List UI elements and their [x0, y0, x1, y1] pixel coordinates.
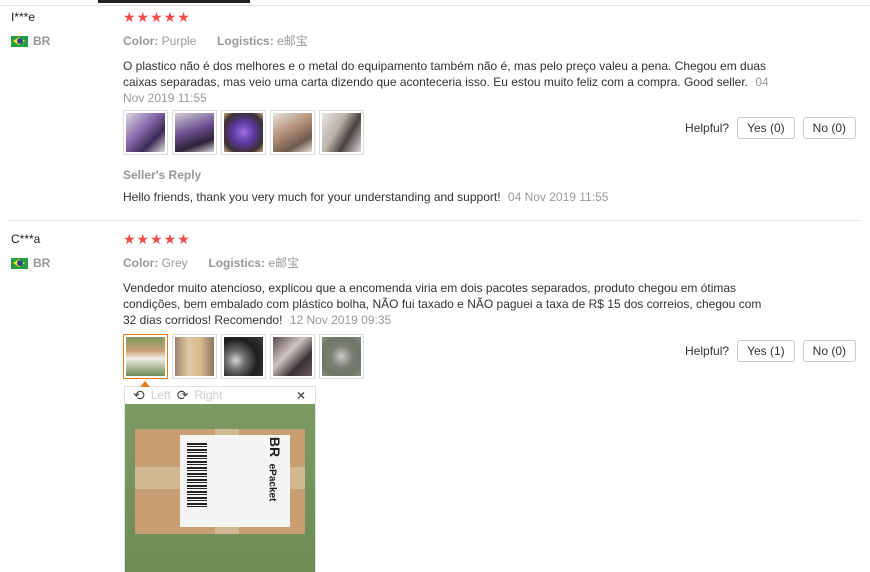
review-meta: Color: Purple Logistics: e邮宝	[123, 32, 858, 48]
color-value: Purple	[161, 34, 197, 48]
country-code: BR	[33, 256, 51, 270]
rotate-right-label[interactable]: Right	[194, 388, 222, 402]
barcode	[187, 443, 207, 509]
review-photo-thumb[interactable]	[319, 110, 364, 155]
color-value: Grey	[161, 256, 188, 270]
logistics-label: Logistics:	[217, 34, 274, 48]
country-code: BR	[33, 34, 51, 48]
review-photo-thumb[interactable]	[270, 110, 315, 155]
reviewer-country: BR	[11, 256, 50, 270]
review-body: O plastico não é dos melhores e o metal …	[123, 59, 767, 89]
seller-reply-title: Seller's Reply	[123, 168, 202, 182]
rotate-right-icon[interactable]: ⟳	[177, 387, 189, 404]
helpful-yes-button[interactable]: Yes (1)	[737, 340, 795, 362]
helpful-controls: Helpful? Yes (0) No (0)	[685, 117, 856, 139]
package-label-country: BR	[267, 436, 284, 458]
review-text: O plastico não é dos melhores e o metal …	[123, 58, 773, 106]
logistics-value: e邮宝	[277, 34, 308, 48]
review-body: Vendedor muito atencioso, explicou que a…	[123, 281, 762, 327]
review-photo-thumb[interactable]	[172, 110, 217, 155]
review-content: ★★★★★ Color: Grey Logistics: e邮宝 Vendedo…	[123, 229, 858, 328]
review-item: I***e BR ★★★★★ Color: Purple Logistics: …	[8, 7, 860, 221]
logistics-label: Logistics:	[208, 256, 266, 270]
review-content: ★★★★★ Color: Purple Logistics: e邮宝 O pla…	[123, 7, 858, 106]
rotate-left-label[interactable]: Left	[151, 388, 171, 402]
review-meta: Color: Grey Logistics: e邮宝	[123, 254, 858, 270]
viewer-photo: BR ePacket	[125, 404, 315, 572]
review-photo-thumb[interactable]	[123, 110, 168, 155]
review-photo-thumb[interactable]	[172, 334, 217, 379]
review-photo-thumb-active[interactable]	[123, 334, 168, 379]
review-photo-thumb[interactable]	[319, 334, 364, 379]
brazil-flag-icon	[11, 257, 28, 269]
review-text: Vendedor muito atencioso, explicou que a…	[123, 280, 773, 328]
review-photo-thumb[interactable]	[270, 334, 315, 379]
star-rating: ★★★★★	[123, 231, 191, 247]
helpful-label: Helpful?	[685, 121, 730, 135]
helpful-label: Helpful?	[685, 344, 730, 358]
package-label-service: ePacket	[266, 463, 278, 502]
seller-reply-text: Hello friends, thank you very much for y…	[123, 190, 501, 204]
review-photos	[123, 334, 364, 379]
helpful-no-button[interactable]: No (0)	[802, 340, 856, 362]
star-rating: ★★★★★	[123, 9, 191, 25]
review-date: 12 Nov 2019 09:35	[289, 313, 392, 327]
color-label: Color:	[123, 34, 159, 48]
seller-reply: Hello friends, thank you very much for y…	[123, 190, 608, 204]
helpful-controls: Helpful? Yes (1) No (0)	[685, 340, 856, 362]
reviewer-country: BR	[11, 34, 50, 48]
helpful-yes-button[interactable]: Yes (0)	[737, 117, 795, 139]
review-photo-thumb[interactable]	[221, 334, 266, 379]
seller-reply-date: 04 Nov 2019 11:55	[507, 190, 609, 204]
rotate-left-icon[interactable]: ⟲	[133, 387, 145, 404]
logistics-value: e邮宝	[268, 256, 300, 270]
brazil-flag-icon	[11, 35, 28, 47]
color-label: Color:	[123, 256, 159, 270]
review-photos	[123, 110, 364, 155]
photo-viewer: ⟲ Left ⟳ Right × BR ePacket	[124, 381, 316, 572]
helpful-no-button[interactable]: No (0)	[802, 117, 856, 139]
viewer-toolbar: ⟲ Left ⟳ Right ×	[125, 387, 315, 404]
reviewer-name: I***e	[11, 10, 36, 24]
reviewer-name: C***a	[11, 232, 41, 246]
active-tab-indicator	[98, 0, 250, 3]
close-icon[interactable]: ×	[297, 387, 305, 403]
package-box: BR ePacket	[135, 429, 305, 534]
review-photo-thumb[interactable]	[221, 110, 266, 155]
